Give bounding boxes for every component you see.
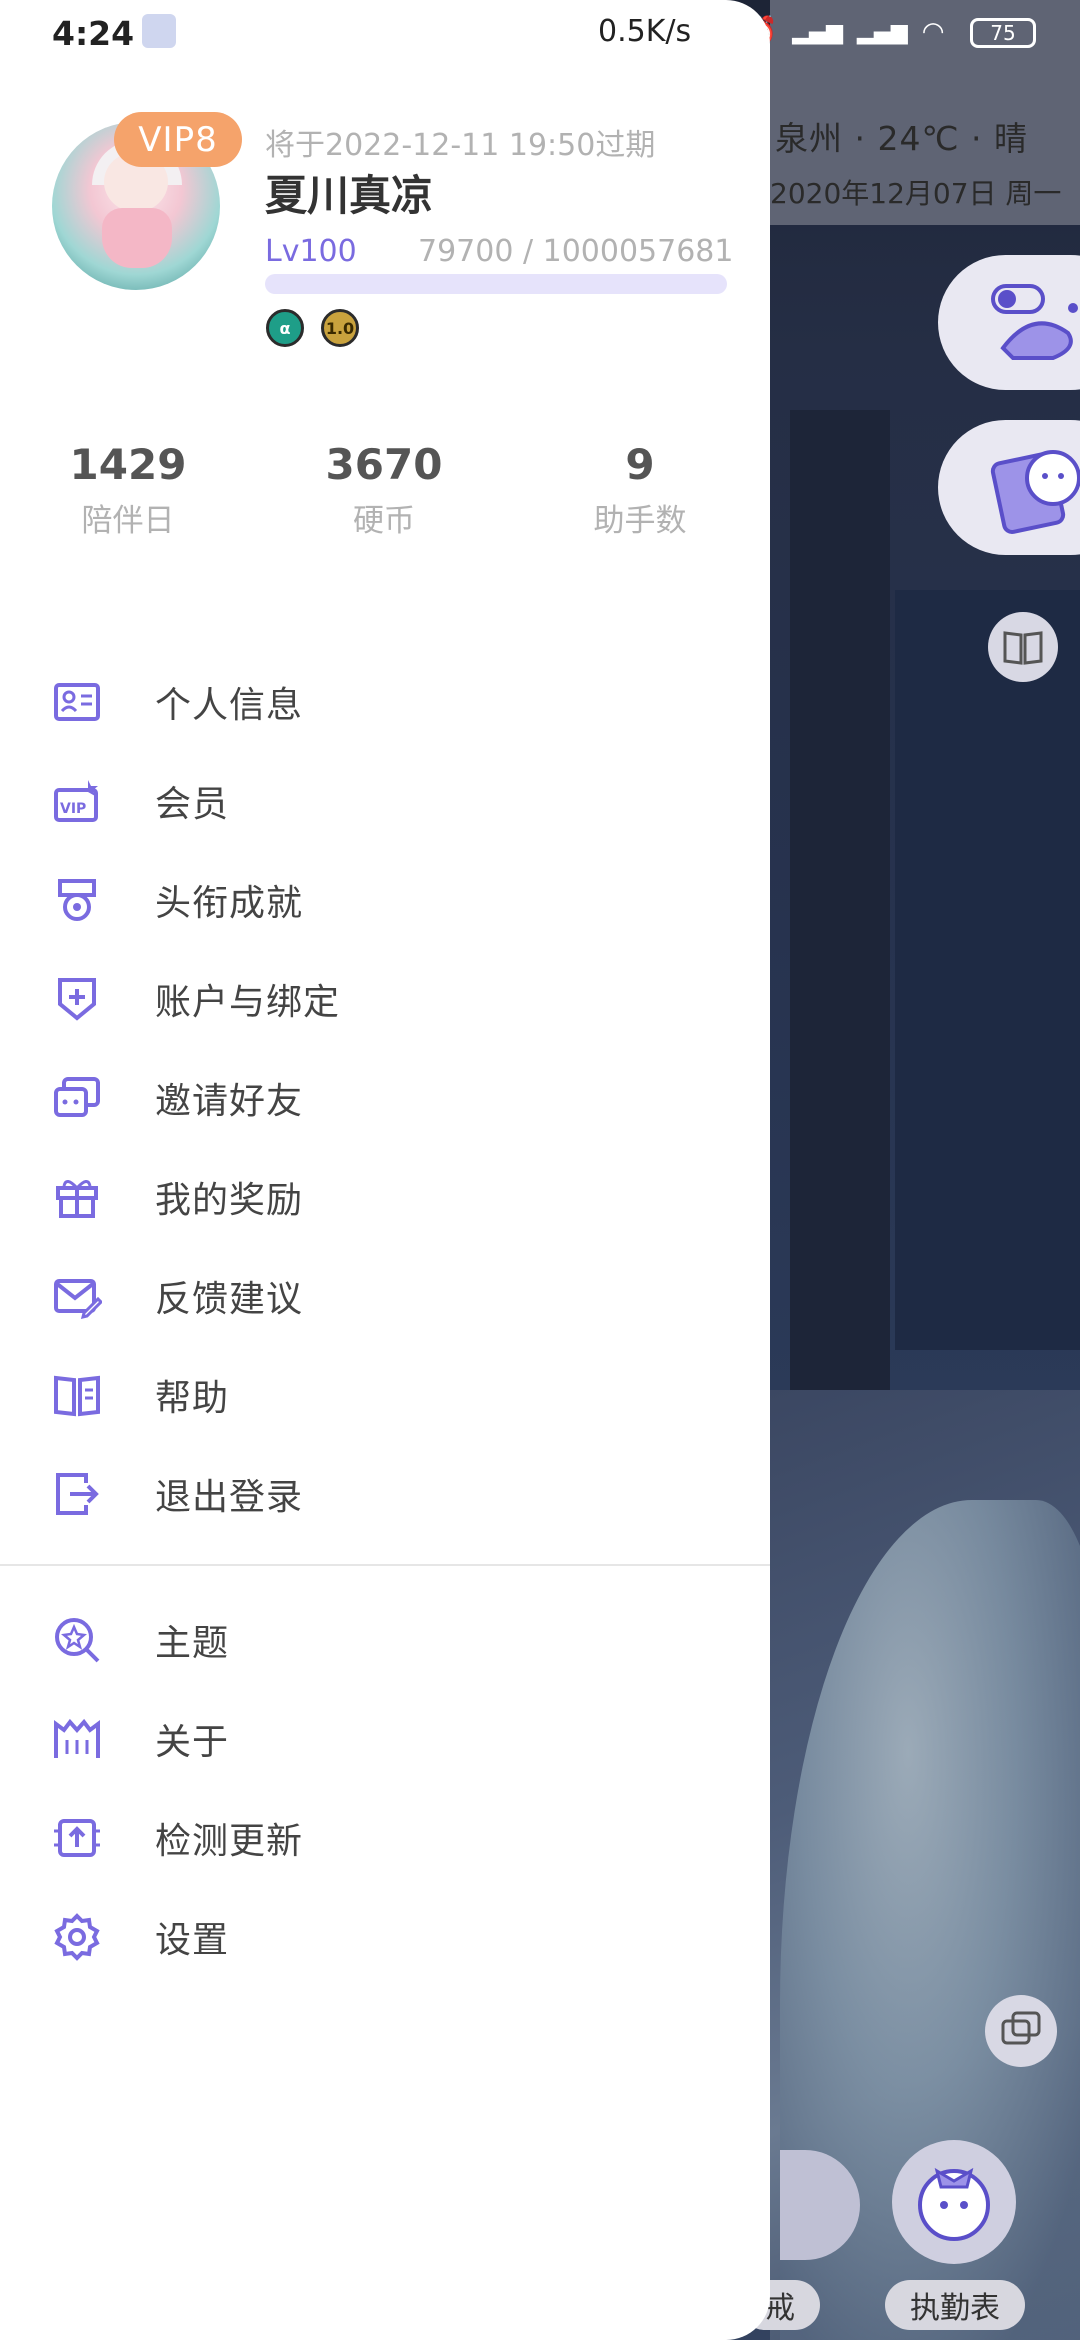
- signal-icon: ▂▄▆: [792, 19, 844, 45]
- stat-label: 助手数: [593, 503, 687, 539]
- feedback-mail-icon: [52, 1271, 102, 1321]
- navigation-drawer: 4:24 0.5K/s VIP8 将于2022-12-11 19:50过期 夏川…: [0, 0, 770, 2340]
- app-notification-icon: [142, 14, 176, 48]
- menu-item-help[interactable]: 帮助: [0, 1345, 770, 1444]
- stat-value: 3670: [325, 440, 443, 489]
- menu-item-about[interactable]: 关于: [0, 1689, 770, 1788]
- menu-item-label: 头衔成就: [155, 882, 304, 924]
- stat-coins[interactable]: 3670 硬币: [274, 440, 494, 540]
- menu-item-label: 设置: [155, 1919, 230, 1961]
- theme-icon: [52, 1615, 102, 1665]
- stat-companion-days[interactable]: 1429 陪伴日: [18, 440, 238, 540]
- level-label: Lv100: [265, 234, 357, 269]
- menu-item-label: 帮助: [155, 1377, 230, 1419]
- background-scenery: [895, 590, 1080, 1350]
- gift-icon: [52, 1172, 102, 1222]
- menu-item-label: 个人信息: [155, 684, 304, 726]
- date-text: 2020年12月07日 周一: [770, 177, 1062, 210]
- stat-value: 1429: [69, 440, 187, 489]
- stat-label: 硬币: [353, 503, 415, 539]
- svg-text:VIP: VIP: [60, 801, 86, 817]
- network-speed: 0.5K/s: [598, 14, 692, 49]
- vip-expire-text: 将于2022-12-11 19:50过期: [265, 128, 656, 163]
- menu-item-logout[interactable]: 退出登录: [0, 1444, 770, 1543]
- menu-item-theme[interactable]: 主题: [0, 1590, 770, 1689]
- experience-progress-bar: [265, 274, 727, 294]
- settings-gear-icon: [52, 1912, 102, 1962]
- menu-item-label: 退出登录: [155, 1476, 304, 1518]
- menu-item-feedback[interactable]: 反馈建议: [0, 1246, 770, 1345]
- battery-indicator: 75: [970, 18, 1036, 48]
- menu-item-titles-achievements[interactable]: 头衔成就: [0, 850, 770, 949]
- character-avatar-icon: [918, 2167, 990, 2241]
- duty-character-button[interactable]: [892, 2140, 1016, 2264]
- stat-assistants[interactable]: 9 助手数: [530, 440, 750, 540]
- status-time: 4:24: [52, 14, 135, 53]
- menu-item-check-update[interactable]: 检测更新: [0, 1788, 770, 1887]
- help-book-icon: [52, 1370, 102, 1420]
- stat-value: 9: [625, 440, 655, 489]
- update-check-icon: [52, 1813, 102, 1863]
- menu-item-label: 关于: [155, 1721, 230, 1763]
- menu-item-settings[interactable]: 设置: [0, 1887, 770, 1986]
- stats-row: 1429 陪伴日 3670 硬币 9 助手数: [0, 440, 770, 550]
- shield-plus-icon: [52, 974, 102, 1024]
- menu-item-profile-info[interactable]: 个人信息: [0, 652, 770, 751]
- username: 夏川真凉: [265, 171, 434, 220]
- id-card-icon: [52, 677, 102, 727]
- menu-item-my-rewards[interactable]: 我的奖励: [0, 1147, 770, 1246]
- about-icon: [52, 1714, 102, 1764]
- medal-badge[interactable]: α: [266, 309, 304, 347]
- weather-text: 泉州 · 24℃ · 晴: [775, 119, 1028, 158]
- menu-item-label: 检测更新: [155, 1820, 304, 1862]
- menu-item-label: 主题: [155, 1622, 230, 1664]
- stat-label: 陪伴日: [81, 503, 175, 539]
- menu-item-label: 我的奖励: [155, 1179, 304, 1221]
- experience-text: 79700 / 1000057681: [418, 234, 734, 269]
- toggle-icon: [991, 283, 1078, 360]
- menu-divider: [0, 1564, 770, 1566]
- menu-item-label: 会员: [155, 783, 230, 825]
- medal-icon: [52, 875, 102, 925]
- menu-item-label: 账户与绑定: [155, 981, 341, 1023]
- menu-item-label: 反馈建议: [155, 1278, 304, 1320]
- character-card-icon: [990, 449, 1080, 534]
- vip-badge[interactable]: VIP8: [114, 112, 242, 167]
- tab-duty-schedule[interactable]: 执勤表: [885, 2280, 1025, 2330]
- chat-icon: [1001, 2011, 1041, 2045]
- menu-item-vip[interactable]: VIP 会员: [0, 751, 770, 850]
- book-icon: [1003, 631, 1043, 665]
- invite-chat-icon: [52, 1073, 102, 1123]
- medal-badge[interactable]: 1.0: [321, 309, 359, 347]
- toggle-assistant-button[interactable]: [938, 255, 1080, 390]
- signal-icon: ▂▄▆: [857, 19, 908, 45]
- menu-item-invite-friends[interactable]: 邀请好友: [0, 1048, 770, 1147]
- logout-icon: [52, 1469, 102, 1519]
- wifi-icon: ◠: [921, 17, 945, 47]
- book-button[interactable]: [988, 612, 1058, 682]
- avatar-body: [102, 208, 172, 268]
- vip-icon: VIP: [52, 776, 102, 826]
- chat-button[interactable]: [985, 1995, 1057, 2067]
- menu-item-account-binding[interactable]: 账户与绑定: [0, 949, 770, 1048]
- character-card-button[interactable]: [938, 420, 1080, 555]
- menu-item-label: 邀请好友: [155, 1080, 304, 1122]
